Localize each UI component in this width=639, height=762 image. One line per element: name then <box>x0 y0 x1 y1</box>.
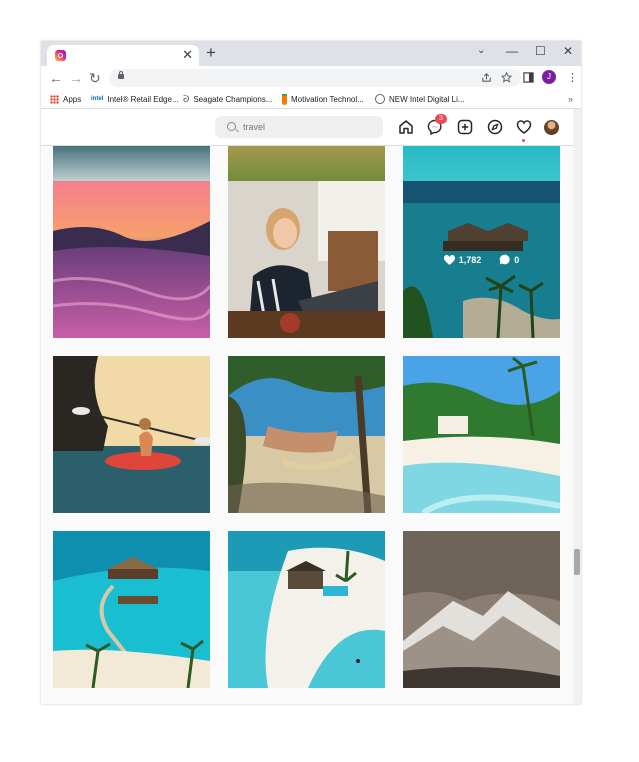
tab-search-icon[interactable]: ⌄ <box>477 43 485 59</box>
overwater-villa-image <box>53 531 210 688</box>
bookmark-intel-digital[interactable]: NEW Intel Digital Li... <box>375 92 465 106</box>
compass-icon[interactable] <box>487 119 503 135</box>
post-tile[interactable] <box>53 181 210 338</box>
apps-grid-icon <box>50 94 59 104</box>
forward-button[interactable]: → <box>69 69 83 87</box>
lock-icon <box>118 71 124 79</box>
page-scrollbar[interactable] <box>573 109 581 704</box>
post-tile[interactable] <box>53 531 210 688</box>
minimize-button[interactable]: — <box>506 43 518 59</box>
island-villa-image <box>228 531 385 688</box>
browser-window: ✕ + ⌄ — ☐ ✕ ← → ↻ J ⋮ Apps intel Intel® … <box>41 41 581 704</box>
browser-toolbar: ← → ↻ J ⋮ <box>41 66 581 90</box>
browser-menu-icon[interactable]: ⋮ <box>567 69 578 87</box>
reload-button[interactable]: ↻ <box>89 69 101 87</box>
heart-filled-icon <box>443 254 455 265</box>
seagate-icon: ᘐ <box>183 93 190 104</box>
carrot-icon <box>282 93 287 105</box>
snowy-mountain-image <box>403 531 560 688</box>
bookmark-apps[interactable]: Apps <box>50 92 81 106</box>
activity-button[interactable] <box>516 119 532 142</box>
beach-hammock-image <box>228 356 385 513</box>
dune-sunset-image <box>53 181 210 338</box>
tab-close-icon[interactable]: ✕ <box>182 47 193 63</box>
browser-tab[interactable]: ✕ <box>47 45 199 66</box>
instagram-favicon-icon <box>55 50 66 61</box>
woman-laptop-image <box>228 181 385 338</box>
profile-avatar[interactable]: J <box>542 70 556 84</box>
post-tile[interactable] <box>228 531 385 688</box>
side-panel-icon[interactable] <box>523 72 534 83</box>
bookmark-intel-retail-edge[interactable]: intel Intel® Retail Edge... <box>91 92 179 106</box>
search-input[interactable] <box>243 119 373 135</box>
palm-beach-image <box>403 356 560 513</box>
tab-strip: ✕ + ⌄ — ☐ ✕ <box>41 41 581 66</box>
likes-count: 1,782 <box>458 254 482 265</box>
post-hover-overlay: 1,782 0 <box>403 181 560 338</box>
close-window-button[interactable]: ✕ <box>563 43 573 59</box>
comments-count: 0 <box>514 254 520 265</box>
bookmarks-overflow-icon[interactable]: » <box>568 92 573 106</box>
scrollbar-thumb[interactable] <box>574 549 580 575</box>
messenger-badge: 3 <box>435 114 447 124</box>
new-tab-button[interactable]: + <box>206 44 216 62</box>
back-button[interactable]: ← <box>49 69 63 87</box>
post-tile[interactable] <box>228 356 385 513</box>
instagram-page: 3 <box>41 109 581 704</box>
search-box[interactable] <box>215 116 383 138</box>
messenger-button[interactable]: 3 <box>427 114 447 136</box>
bookmark-motivation[interactable]: Motivation Technol... <box>282 92 364 106</box>
maximize-button[interactable]: ☐ <box>535 43 546 59</box>
avatar[interactable] <box>544 120 559 135</box>
post-tile[interactable] <box>403 356 560 513</box>
post-tile[interactable] <box>53 356 210 513</box>
globe-icon <box>375 94 385 104</box>
comment-filled-icon <box>499 254 510 265</box>
post-tile[interactable] <box>403 531 560 688</box>
search-icon <box>227 122 236 131</box>
post-tile[interactable] <box>228 181 385 338</box>
address-bar[interactable] <box>109 69 521 87</box>
plus-square-icon[interactable] <box>457 119 473 135</box>
likes-stat: 1,782 <box>443 254 482 265</box>
heart-icon <box>516 120 532 134</box>
intel-icon: intel <box>91 96 104 102</box>
bookmark-seagate[interactable]: ᘐ Seagate Champions... <box>183 92 273 106</box>
instagram-header: 3 <box>41 109 573 146</box>
bookmark-star-icon[interactable] <box>501 72 512 83</box>
comments-stat: 0 <box>499 254 519 265</box>
post-tile-hovered[interactable]: 1,782 0 <box>403 181 560 338</box>
bookmarks-bar: Apps intel Intel® Retail Edge... ᘐ Seaga… <box>41 90 581 109</box>
activity-dot <box>522 139 525 142</box>
share-icon[interactable] <box>481 72 492 83</box>
home-icon[interactable] <box>398 119 414 135</box>
kayak-image <box>53 356 210 513</box>
